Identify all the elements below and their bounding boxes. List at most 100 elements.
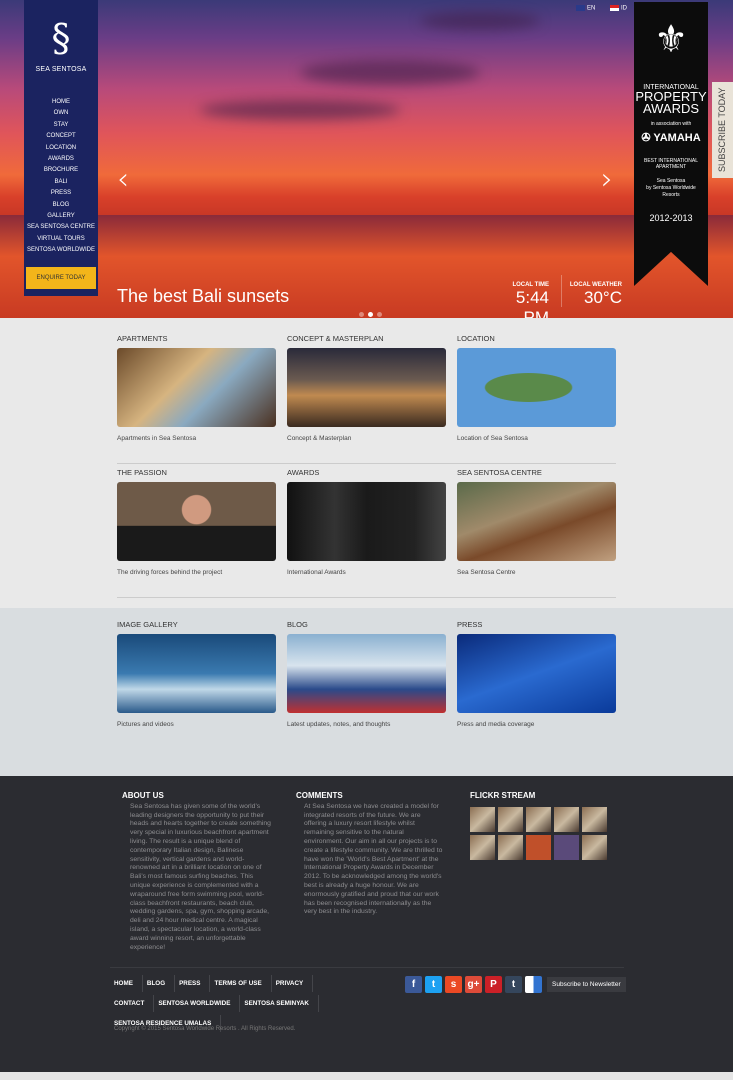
nav-blog[interactable]: BLOG xyxy=(24,200,98,211)
card-image[interactable] xyxy=(457,634,616,713)
card-image[interactable] xyxy=(117,348,276,427)
nav-press[interactable]: PRESS xyxy=(24,188,98,199)
slider-dot[interactable] xyxy=(359,312,364,317)
footer-link-contact[interactable]: CONTACT xyxy=(110,995,155,1012)
facebook-icon[interactable]: f xyxy=(405,976,422,993)
card-title[interactable]: PRESS xyxy=(457,620,616,629)
card-image[interactable] xyxy=(287,348,446,427)
enquire-button[interactable]: ENQUIRE TODAY xyxy=(26,266,96,289)
card-title[interactable]: LOCATION xyxy=(457,334,616,343)
google-plus-icon[interactable]: g+ xyxy=(465,976,482,993)
about-text: Sea Sentosa has given some of the world'… xyxy=(130,802,271,951)
nav-own[interactable]: OWN xyxy=(24,108,98,119)
card-image[interactable] xyxy=(457,348,616,427)
nav-home[interactable]: HOME xyxy=(24,97,98,108)
card-title[interactable]: IMAGE GALLERY xyxy=(117,620,276,629)
card-caption: Location of Sea Sentosa xyxy=(457,435,528,442)
about-us: ABOUT US Sea Sentosa has given some of t… xyxy=(122,791,272,952)
lang-id-label: ID xyxy=(621,5,627,12)
divider xyxy=(117,597,616,598)
footer-link-seminyak[interactable]: SENTOSA SEMINYAK xyxy=(240,995,319,1012)
card-caption: Apartments in Sea Sentosa xyxy=(117,435,197,442)
flickr-thumb[interactable] xyxy=(582,834,607,860)
flickr-thumb[interactable] xyxy=(498,834,523,860)
prev-arrow-icon[interactable]: ‹ xyxy=(117,162,129,197)
nav-gallery[interactable]: GALLERY xyxy=(24,211,98,222)
award-banner[interactable]: ⚜ INTERNATIONAL PROPERTY AWARDS in assoc… xyxy=(634,2,708,286)
card-awards[interactable]: AWARDS International Awards xyxy=(287,468,446,576)
flickr-thumb[interactable] xyxy=(526,834,551,860)
comments-text: At Sea Sentosa we have created a model f… xyxy=(304,802,443,916)
subscribe-tab[interactable]: SUBSCRIBE TODAY xyxy=(712,82,733,178)
brand-name: SEA SENTOSA xyxy=(35,66,87,73)
card-image[interactable] xyxy=(117,482,276,561)
card-image[interactable] xyxy=(117,634,276,713)
next-arrow-icon[interactable]: › xyxy=(601,162,613,197)
card-image[interactable] xyxy=(287,482,446,561)
flickr-thumb[interactable] xyxy=(498,806,523,832)
nav-location[interactable]: LOCATION xyxy=(24,143,98,154)
twitter-icon[interactable]: t xyxy=(425,976,442,993)
card-gallery[interactable]: IMAGE GALLERY Pictures and videos xyxy=(117,620,276,728)
card-passion[interactable]: THE PASSION The driving forces behind the… xyxy=(117,468,276,576)
nav-virtual-tours[interactable]: VIRTUAL TOURS xyxy=(24,234,98,245)
card-centre[interactable]: SEA SENTOSA CENTRE Sea Sentosa Centre xyxy=(457,468,616,576)
lang-id[interactable]: ID xyxy=(610,5,627,12)
flickr-thumb[interactable] xyxy=(470,834,495,860)
card-image[interactable] xyxy=(457,482,616,561)
card-concept[interactable]: CONCEPT & MASTERPLAN Concept & Masterplan xyxy=(287,334,446,442)
card-title[interactable]: CONCEPT & MASTERPLAN xyxy=(287,334,446,343)
sea-image xyxy=(0,215,733,318)
nav-stay[interactable]: STAY xyxy=(24,120,98,131)
nav-sentosa-worldwide[interactable]: SENTOSA WORLDWIDE xyxy=(24,245,98,256)
delicious-icon[interactable] xyxy=(525,976,542,993)
newsletter-button[interactable]: Subscribe to Newsletter xyxy=(547,977,626,992)
card-location[interactable]: LOCATION Location of Sea Sentosa xyxy=(457,334,616,442)
hero-slider: § SEA SENTOSA HOME OWN STAY CONCEPT LOCA… xyxy=(0,0,733,318)
card-apartments[interactable]: APARTMENTS Apartments in Sea Sentosa xyxy=(117,334,276,442)
footer-link-press[interactable]: PRESS xyxy=(175,975,211,992)
card-blog[interactable]: BLOG Latest updates, notes, and thoughts xyxy=(287,620,446,728)
footer-link-home[interactable]: HOME xyxy=(110,975,143,992)
slider-dot[interactable] xyxy=(377,312,382,317)
pinterest-icon[interactable]: P xyxy=(485,976,502,993)
flickr-thumb[interactable] xyxy=(554,806,579,832)
nav-awards[interactable]: AWARDS xyxy=(24,154,98,165)
card-title[interactable]: BLOG xyxy=(287,620,446,629)
nav-brochure[interactable]: BROCHURE xyxy=(24,165,98,176)
nav-sea-sentosa-centre[interactable]: SEA SENTOSA CENTRE xyxy=(24,222,98,233)
main-nav: HOME OWN STAY CONCEPT LOCATION AWARDS BR… xyxy=(24,97,98,257)
card-caption: Press and media coverage xyxy=(457,721,535,728)
flickr-thumb[interactable] xyxy=(582,806,607,832)
card-title[interactable]: AWARDS xyxy=(287,468,446,477)
card-caption: Sea Sentosa Centre xyxy=(457,569,516,576)
footer-link-terms[interactable]: TERMS OF USE xyxy=(210,975,272,992)
award-line3: AWARDS xyxy=(642,101,700,116)
card-title[interactable]: THE PASSION xyxy=(117,468,276,477)
lang-en[interactable]: EN xyxy=(576,5,595,12)
footer-link-blog[interactable]: BLOG xyxy=(143,975,176,992)
card-title[interactable]: SEA SENTOSA CENTRE xyxy=(457,468,616,477)
card-press[interactable]: PRESS Press and media coverage xyxy=(457,620,616,728)
footer-link-worldwide[interactable]: SENTOSA WORLDWIDE xyxy=(154,995,241,1012)
stumbleupon-icon[interactable]: s xyxy=(445,976,462,993)
divider xyxy=(561,275,562,307)
winner-line: by Sentosa Worldwide xyxy=(646,185,696,191)
flickr-thumb[interactable] xyxy=(526,806,551,832)
card-title[interactable]: APARTMENTS xyxy=(117,334,276,343)
footer-link-privacy[interactable]: PRIVACY xyxy=(272,975,314,992)
nav-concept[interactable]: CONCEPT xyxy=(24,131,98,142)
about-title: ABOUT US xyxy=(122,791,164,800)
local-time: LOCAL TIME 5:44 PM xyxy=(488,282,549,318)
nav-bali[interactable]: BALI xyxy=(24,177,98,188)
slider-dot-active[interactable] xyxy=(368,312,373,317)
flickr-thumb[interactable] xyxy=(470,806,495,832)
card-image[interactable] xyxy=(287,634,446,713)
slider-dots xyxy=(357,304,384,318)
logo-icon[interactable]: § xyxy=(24,16,98,60)
flickr-thumb[interactable] xyxy=(554,834,579,860)
lang-en-label: EN xyxy=(587,5,596,12)
award-winner: Sea Sentosa by Sentosa Worldwide Resorts xyxy=(634,178,708,199)
tumblr-icon[interactable]: t xyxy=(505,976,522,993)
cloud xyxy=(200,100,400,120)
